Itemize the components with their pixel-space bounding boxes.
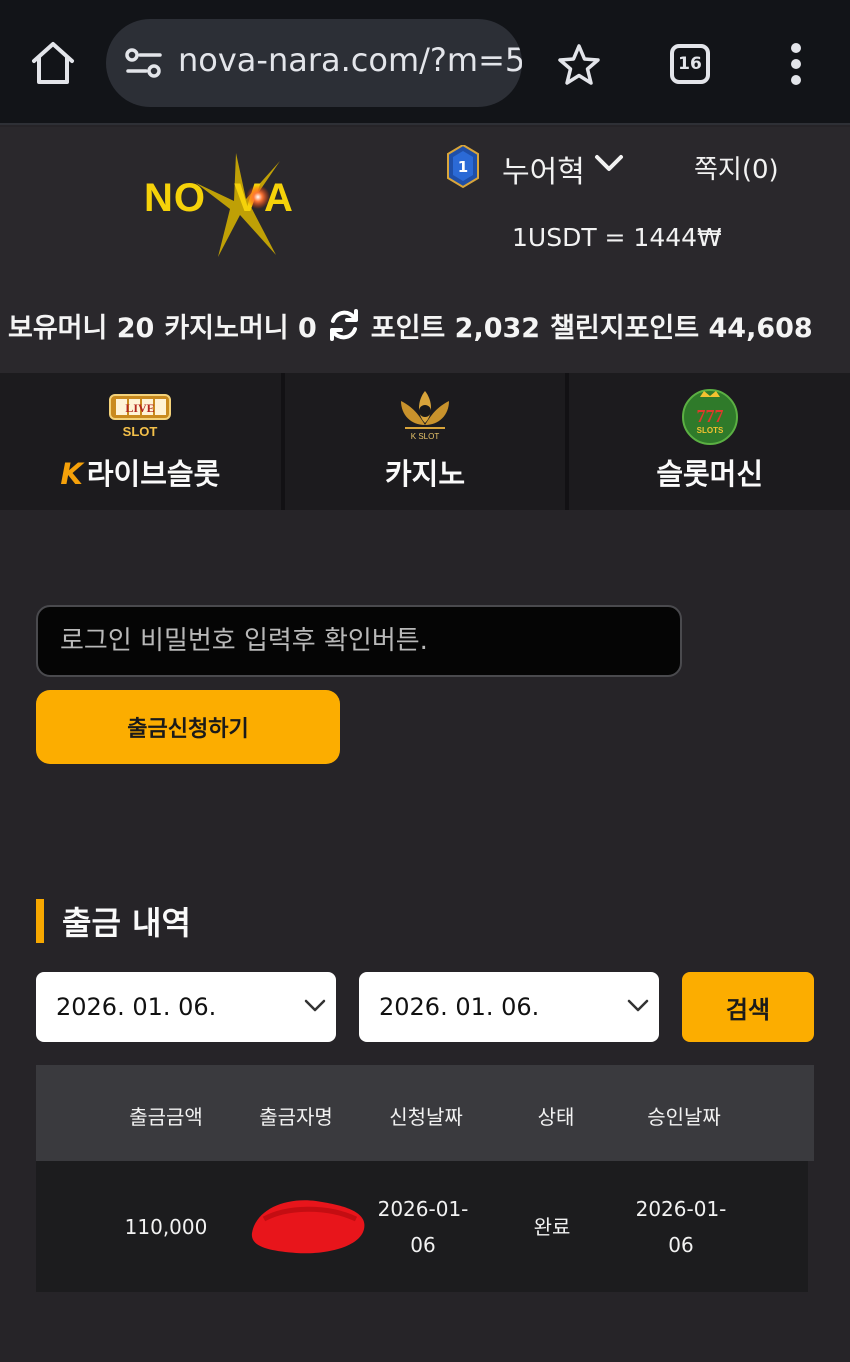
address-bar[interactable]: nova-nara.com/?m=5 (106, 19, 522, 107)
lotus-slot-icon: K SLOT (401, 391, 449, 441)
svg-text:K SLOT: K SLOT (411, 432, 440, 441)
game-tabs: LIVE SLOT K 라이브슬롯 K SLOT 카지노 777 SLOTS 슬롯… (0, 373, 850, 510)
column-header: 출금자명 (259, 1105, 333, 1129)
section-accent-bar (36, 899, 44, 943)
nova-logo[interactable]: NO A V (140, 153, 324, 257)
url-text: nova-nara.com/?m=5 (178, 41, 522, 79)
tab-live-slot[interactable]: LIVE SLOT K 라이브슬롯 (0, 373, 281, 510)
end-date-value: 2026. 01. 06. (379, 993, 540, 1021)
end-date-select[interactable]: 2026. 01. 06. (359, 972, 659, 1042)
password-input[interactable] (36, 605, 682, 677)
status-cell: 완료 (533, 1215, 571, 1239)
redacted-name-scribble (251, 1200, 365, 1254)
messages-link[interactable]: 쪽지(0) (694, 149, 779, 186)
bookmark-star-icon[interactable] (556, 42, 602, 88)
column-header: 승인날짜 (647, 1105, 721, 1129)
casino-money: 카지노머니 0 (164, 312, 317, 344)
tab-label: 슬롯머신 (656, 457, 764, 491)
svg-text:1: 1 (458, 158, 468, 176)
rank-badge-icon: 1 (447, 145, 479, 189)
refresh-icon[interactable] (327, 308, 361, 342)
tab-label: 카지노 (384, 457, 466, 491)
search-button[interactable]: 검색 (682, 972, 814, 1042)
svg-text:777: 777 (696, 406, 723, 426)
k-brand-icon: K (60, 457, 83, 491)
balance-row: 보유머니 20 카지노머니 0 포인트 2,032 챌린지포인트 44,608 (0, 303, 850, 347)
live-slot-icon: LIVE SLOT (109, 394, 172, 439)
tab-casino[interactable]: K SLOT 카지노 (284, 373, 566, 510)
site-settings-icon[interactable] (124, 47, 164, 79)
challenge-points: 챌린지포인트 44,608 (550, 312, 813, 344)
request-date-line: 06 (410, 1233, 436, 1257)
request-date-line: 2026-01- (377, 1197, 469, 1221)
column-header: 신청날짜 (389, 1105, 463, 1129)
browser-toolbar: nova-nara.com/?m=5 16 (0, 0, 850, 125)
tab-switcher-button[interactable]: 16 (670, 44, 710, 84)
username[interactable]: 누어혁 (502, 147, 585, 191)
amount-cell: 110,000 (124, 1215, 208, 1239)
svg-text:LIVE: LIVE (126, 401, 155, 415)
home-icon[interactable] (28, 38, 78, 88)
column-header: 상태 (537, 1105, 575, 1129)
column-header: 출금금액 (129, 1105, 203, 1129)
points: 포인트 2,032 (370, 312, 541, 344)
site-header: NO A V 1 누어혁 쪽지(0) 1USDT = 1444₩ 보유머니 20… (0, 127, 850, 373)
approve-date-line: 06 (668, 1233, 694, 1257)
svg-text:SLOT: SLOT (123, 424, 158, 439)
svg-text:SLOTS: SLOTS (696, 426, 723, 435)
chevron-down-icon (304, 999, 326, 1012)
start-date-select[interactable]: 2026. 01. 06. (36, 972, 336, 1042)
approve-date-cell: 2026-01- 06 (616, 1191, 746, 1263)
more-menu-icon[interactable] (788, 42, 804, 86)
chevron-down-icon[interactable] (592, 151, 626, 177)
section-title: 출금 내역 (62, 904, 191, 942)
exchange-rate: 1USDT = 1444₩ (512, 223, 722, 252)
chevron-down-icon (627, 999, 649, 1012)
tab-slot-machine[interactable]: 777 SLOTS 슬롯머신 (569, 373, 850, 510)
request-date-cell: 2026-01- 06 (358, 1191, 488, 1263)
held-money: 보유머니 20 (8, 312, 155, 344)
tab-label: 라이브슬롯 (86, 457, 221, 491)
table-header: 출금금액 출금자명 신청날짜 상태 승인날짜 (36, 1065, 814, 1161)
777-slots-icon: 777 SLOTS (681, 389, 738, 445)
approve-date-line: 2026-01- (635, 1197, 727, 1221)
withdraw-request-button[interactable]: 출금신청하기 (36, 690, 340, 764)
table-row: 110,000 2026-01- 06 완료 2026-01- 06 (36, 1161, 808, 1292)
svg-text:NO: NO (144, 176, 206, 220)
start-date-value: 2026. 01. 06. (56, 993, 217, 1021)
